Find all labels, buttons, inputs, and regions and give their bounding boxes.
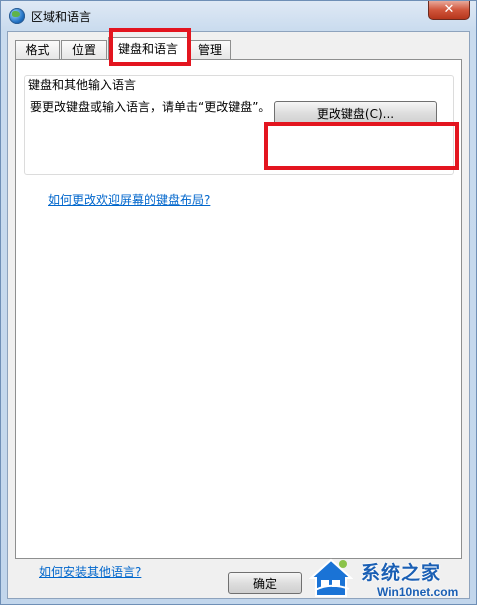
welcome-screen-layout-link[interactable]: 如何更改欢迎屏幕的键盘布局? xyxy=(48,191,210,208)
tab-keyboards-and-languages[interactable]: 键盘和语言 xyxy=(108,37,188,60)
watermark-site: Win10net.com xyxy=(377,585,459,599)
tab-location[interactable]: 位置 xyxy=(61,40,107,59)
keyboard-group-title: 键盘和其他输入语言 xyxy=(28,78,137,92)
title-bar[interactable]: 区域和语言 ✕ xyxy=(1,1,476,31)
window-title: 区域和语言 xyxy=(31,10,92,24)
house-logo-icon xyxy=(309,558,353,597)
watermark-brand: 系统之家 xyxy=(361,562,442,584)
region-language-window: 区域和语言 ✕ 格式 位置 键盘和语言 管理 键盘和其他输入语言 要更改键盘或输… xyxy=(0,0,477,605)
close-icon: ✕ xyxy=(443,2,455,17)
change-keyboards-button[interactable]: 更改键盘(C)... xyxy=(274,101,437,125)
tab-administrative[interactable]: 管理 xyxy=(189,40,231,59)
globe-icon xyxy=(9,8,25,24)
tab-panel-keyboards: 键盘和其他输入语言 要更改键盘或输入语言，请单击“更改键盘”。 如何更改欢迎屏幕… xyxy=(15,59,462,579)
site-watermark: 系统之家 Win10net.com xyxy=(305,552,477,605)
ok-button[interactable]: 确定 xyxy=(228,572,302,594)
tab-formats[interactable]: 格式 xyxy=(15,40,60,59)
keyboard-group-description: 要更改键盘或输入语言，请单击“更改键盘”。 xyxy=(30,100,271,114)
close-button[interactable]: ✕ xyxy=(428,1,470,20)
install-languages-link[interactable]: 如何安装其他语言? xyxy=(39,563,141,580)
